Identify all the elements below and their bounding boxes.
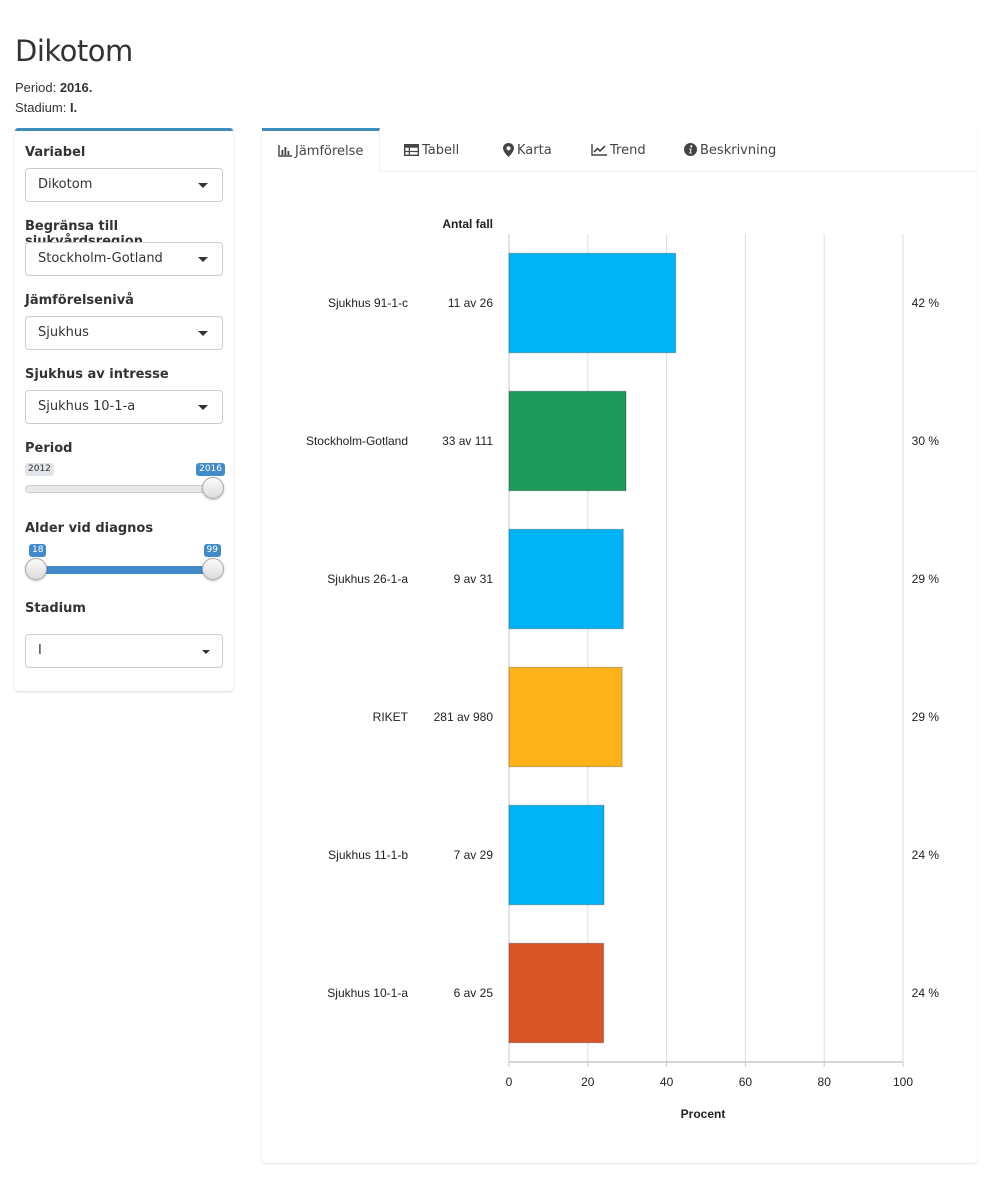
period-summary: Period: 2016. <box>15 80 92 95</box>
stadium-summary-value: I. <box>69 100 78 115</box>
tab-trend[interactable]: Trend <box>575 128 662 172</box>
period-min-label: 2012 <box>25 463 54 476</box>
results-panel: Jämförelse Tabell Karta Trend Beskrivnin… <box>262 128 977 1163</box>
stadium-summary: Stadium: I. <box>15 100 77 115</box>
age-slider-low-handle[interactable] <box>25 558 47 580</box>
x-tick-label: 40 <box>660 1075 674 1089</box>
value-label: 24 % <box>912 986 940 1000</box>
bar <box>508 528 624 630</box>
period-value-label: 2016 <box>196 463 225 476</box>
value-label: 30 % <box>912 434 940 448</box>
age-slider-range <box>35 566 213 574</box>
period-summary-value: 2016. <box>59 80 93 95</box>
chevron-down-icon <box>198 257 208 262</box>
x-tick-label: 60 <box>739 1075 753 1089</box>
x-tick-label: 20 <box>581 1075 595 1089</box>
tab-jamforelse[interactable]: Jämförelse <box>262 128 381 172</box>
variabel-select-value: Dikotom <box>38 177 93 192</box>
line-chart-icon <box>591 143 607 156</box>
count-label: 33 av 111 <box>442 434 493 448</box>
tab-beskrivning[interactable]: Beskrivning <box>668 128 792 172</box>
category-label: Sjukhus 11-1-b <box>328 848 408 862</box>
bar <box>508 666 623 768</box>
bar <box>508 390 627 492</box>
period-slider-handle[interactable] <box>202 477 224 499</box>
count-column-header: Antal fall <box>442 217 493 231</box>
age-label: Alder vid diagnos <box>25 521 154 536</box>
count-label: 6 av 25 <box>454 986 494 1000</box>
level-select[interactable]: Sjukhus <box>25 316 223 350</box>
value-label: 24 % <box>912 848 940 862</box>
stadium-label: Stadium <box>25 601 86 616</box>
age-slider-high-handle[interactable] <box>202 558 224 580</box>
period-summary-label: Period: <box>15 80 57 95</box>
map-marker-icon <box>503 142 514 157</box>
info-icon <box>684 143 697 156</box>
bar <box>508 804 605 906</box>
level-select-value: Sjukhus <box>38 325 89 340</box>
count-label: 281 av 980 <box>434 710 494 724</box>
bar <box>508 942 605 1044</box>
region-select[interactable]: Stockholm-Gotland <box>25 242 223 276</box>
page-title: Dikotom <box>15 34 133 68</box>
value-label: 29 % <box>912 710 940 724</box>
period-slider-track[interactable] <box>25 485 223 493</box>
chevron-down-icon <box>202 650 210 654</box>
stadium-select-value: I <box>38 643 42 658</box>
count-label: 7 av 29 <box>454 848 494 862</box>
category-label: Stockholm-Gotland <box>306 434 408 448</box>
stadium-summary-label: Stadium: <box>15 100 67 115</box>
level-label: Jämförelsenivå <box>25 293 134 308</box>
category-label: Sjukhus 10-1-a <box>327 986 408 1000</box>
chevron-down-icon <box>198 331 208 336</box>
region-select-value: Stockholm-Gotland <box>38 251 163 266</box>
x-tick-label: 100 <box>893 1075 913 1089</box>
x-tick-label: 80 <box>818 1075 832 1089</box>
tab-label: Trend <box>610 143 646 158</box>
value-label: 29 % <box>912 572 940 586</box>
tab-label: Jämförelse <box>295 144 364 159</box>
category-label: RIKET <box>373 710 409 724</box>
tab-tabell[interactable]: Tabell <box>388 128 475 172</box>
hospital-select-value: Sjukhus 10-1-a <box>38 399 136 414</box>
category-label: Sjukhus 26-1-a <box>327 572 408 586</box>
age-high-label: 99 <box>203 544 221 557</box>
age-slider[interactable]: 18 99 <box>25 544 224 584</box>
value-label: 42 % <box>912 296 940 310</box>
period-label: Period <box>25 441 73 456</box>
bar-chart-icon <box>278 144 292 157</box>
filter-sidebar: Variabel Dikotom Begränsa till sjukvårds… <box>15 128 233 691</box>
comparison-chart: 0 20 40 60 80 100 Procent Antal fall Sjukhus 91-… <box>306 217 940 1121</box>
tab-label: Beskrivning <box>700 143 777 158</box>
count-label: 9 av 31 <box>454 572 494 586</box>
variabel-select[interactable]: Dikotom <box>25 168 223 202</box>
chevron-down-icon <box>198 405 208 410</box>
table-icon <box>404 143 419 156</box>
period-slider[interactable]: 2012 2016 <box>25 463 225 503</box>
stadium-select[interactable]: I <box>25 634 223 668</box>
chevron-down-icon <box>198 183 208 188</box>
age-low-label: 18 <box>29 544 47 557</box>
tab-karta[interactable]: Karta <box>487 128 568 172</box>
variabel-label: Variabel <box>25 145 86 160</box>
hospital-select[interactable]: Sjukhus 10-1-a <box>25 390 223 424</box>
category-label: Sjukhus 91-1-c <box>328 296 408 310</box>
tab-label: Tabell <box>422 143 460 158</box>
bar <box>508 252 677 354</box>
x-axis-title: Procent <box>681 1107 726 1121</box>
tab-label: Karta <box>517 143 552 158</box>
x-tick-label: 0 <box>506 1075 513 1089</box>
tab-bar: Jämförelse Tabell Karta Trend Beskrivnin… <box>262 128 977 172</box>
hospital-label: Sjukhus av intresse <box>25 367 169 382</box>
count-label: 11 av 26 <box>448 296 493 310</box>
